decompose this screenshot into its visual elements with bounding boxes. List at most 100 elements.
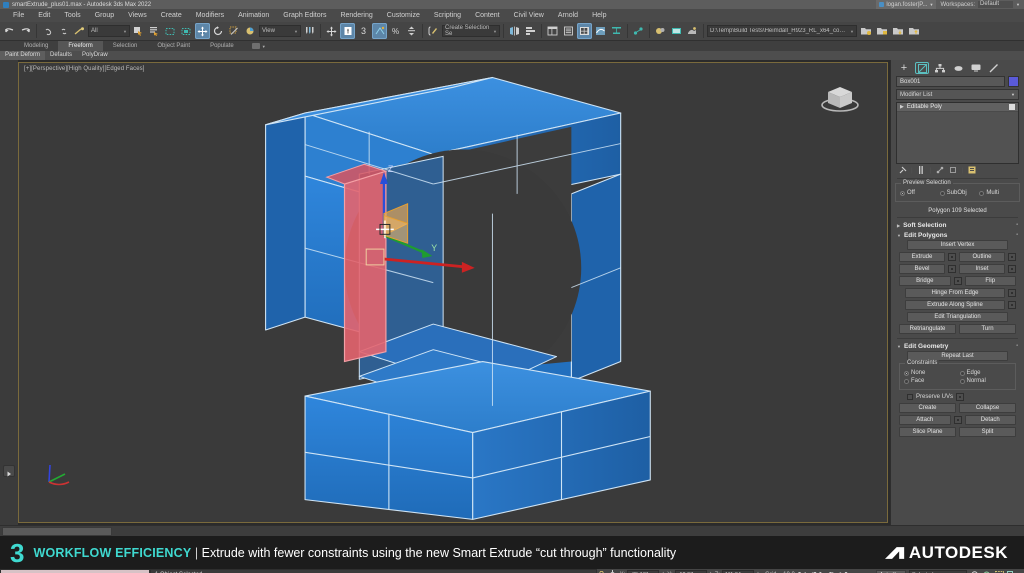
reference-coordinate-dropdown[interactable]: View ▼ bbox=[259, 25, 301, 37]
extrude-along-spline-settings-button[interactable] bbox=[1008, 301, 1016, 309]
bind-to-space-warp-icon[interactable] bbox=[72, 23, 87, 39]
extrude-settings-button[interactable] bbox=[948, 253, 956, 261]
utilities-tab-icon[interactable] bbox=[987, 62, 1001, 74]
save-file-icon[interactable] bbox=[874, 23, 889, 39]
maxscript-listener[interactable]: MAXScript Mi bbox=[0, 569, 150, 573]
retriangulate-button[interactable]: Retriangulate bbox=[899, 324, 956, 334]
scene-explorer-icon[interactable] bbox=[561, 23, 576, 39]
toggle-ribbon-icon[interactable] bbox=[577, 23, 592, 39]
layer-explorer-icon[interactable] bbox=[545, 23, 560, 39]
spinner-snap-toggle-icon[interactable]: % bbox=[388, 23, 403, 39]
spinner-increment-icon[interactable] bbox=[404, 23, 419, 39]
constraint-normal[interactable]: Normal bbox=[960, 378, 1012, 384]
create-button[interactable]: Create bbox=[899, 403, 956, 413]
ribbon-tab-freeform[interactable]: Freeform bbox=[58, 41, 102, 51]
ribbon-tab-modeling[interactable]: Modeling bbox=[14, 41, 58, 51]
modifier-stack-item-editable-poly[interactable]: ▶ Editable Poly bbox=[897, 103, 1018, 112]
bevel-settings-button[interactable] bbox=[948, 265, 956, 273]
rollout-header-edit-geometry[interactable]: ▼ Edit Geometry • bbox=[895, 341, 1020, 351]
menu-modifiers[interactable]: Modifiers bbox=[189, 9, 231, 22]
expand-arrow-icon[interactable]: ▶ bbox=[900, 104, 904, 110]
ribbon-tab-populate[interactable]: Populate bbox=[200, 41, 244, 51]
perspective-viewport[interactable]: [+][Perspective][High Quality][Edged Fac… bbox=[18, 62, 888, 523]
schematic-view-icon[interactable] bbox=[609, 23, 624, 39]
select-and-scale-icon[interactable] bbox=[227, 23, 242, 39]
ribbon-subtab-defaults[interactable]: Defaults bbox=[45, 51, 77, 60]
motion-tab-icon[interactable] bbox=[951, 62, 965, 74]
detach-button[interactable]: Detach bbox=[965, 415, 1017, 425]
remove-modifier-icon[interactable] bbox=[948, 166, 957, 175]
select-and-rotate-icon[interactable] bbox=[211, 23, 226, 39]
edit-triangulation-button[interactable]: Edit Triangulation bbox=[907, 312, 1008, 322]
object-name-field[interactable]: Box001 bbox=[896, 76, 1005, 87]
menu-scripting[interactable]: Scripting bbox=[427, 9, 468, 22]
open-file-icon[interactable] bbox=[858, 23, 873, 39]
configure-modifier-sets-icon[interactable] bbox=[967, 166, 976, 175]
preserve-uvs-checkbox[interactable] bbox=[907, 394, 913, 400]
menu-tools[interactable]: Tools bbox=[57, 9, 87, 22]
inset-settings-button[interactable] bbox=[1008, 265, 1016, 273]
import-icon[interactable] bbox=[890, 23, 905, 39]
menu-views[interactable]: Views bbox=[121, 9, 154, 22]
selection-filter-dropdown[interactable]: All ▼ bbox=[88, 25, 130, 37]
material-editor-icon[interactable] bbox=[653, 23, 668, 39]
pin-stack-icon[interactable] bbox=[898, 166, 907, 175]
ribbon-subtab-paint-deform[interactable]: Paint Deform bbox=[0, 51, 45, 60]
angle-snap-toggle-icon[interactable]: 3 bbox=[356, 23, 371, 39]
extrude-button[interactable]: Extrude bbox=[899, 252, 945, 262]
menu-rendering[interactable]: Rendering bbox=[333, 9, 379, 22]
rollout-menu-icon[interactable]: • bbox=[1016, 222, 1018, 228]
use-pivot-point-center-icon[interactable] bbox=[302, 23, 317, 39]
align-icon[interactable] bbox=[523, 23, 538, 39]
menu-edit[interactable]: Edit bbox=[31, 9, 57, 22]
ribbon-tab-object-paint[interactable]: Object Paint bbox=[147, 41, 200, 51]
attach-button[interactable]: Attach bbox=[899, 415, 951, 425]
constraint-edge[interactable]: Edge bbox=[960, 370, 1012, 376]
select-and-manipulate-icon[interactable] bbox=[324, 23, 339, 39]
select-object-icon[interactable] bbox=[131, 23, 146, 39]
menu-content[interactable]: Content bbox=[468, 9, 507, 22]
bridge-button[interactable]: Bridge bbox=[899, 276, 951, 286]
preview-selection-subobj[interactable]: SubObj bbox=[940, 190, 976, 196]
select-by-name-icon[interactable] bbox=[147, 23, 162, 39]
preview-selection-off[interactable]: Off bbox=[900, 190, 936, 196]
modify-tab-icon[interactable] bbox=[915, 62, 929, 74]
preserve-uvs-row[interactable]: Preserve UVs bbox=[907, 393, 1016, 401]
extrude-along-spline-button[interactable]: Extrude Along Spline bbox=[905, 300, 1005, 310]
collapse-button[interactable]: Collapse bbox=[959, 403, 1016, 413]
attach-settings-button[interactable] bbox=[954, 416, 962, 424]
menu-create[interactable]: Create bbox=[154, 9, 189, 22]
curve-editor-icon[interactable] bbox=[593, 23, 608, 39]
modifier-stack[interactable]: ▶ Editable Poly bbox=[896, 102, 1019, 164]
outline-button[interactable]: Outline bbox=[959, 252, 1005, 262]
stack-item-toggle-icon[interactable] bbox=[1009, 104, 1015, 110]
ribbon-tab-selection[interactable]: Selection bbox=[103, 41, 148, 51]
ribbon-subtab-polydraw[interactable]: PolyDraw bbox=[77, 51, 113, 60]
menu-animation[interactable]: Animation bbox=[231, 9, 276, 22]
unlink-selection-icon[interactable] bbox=[56, 23, 71, 39]
split-button[interactable]: Split bbox=[959, 427, 1016, 437]
constraint-face[interactable]: Face bbox=[904, 378, 956, 384]
hinge-from-edge-settings-button[interactable] bbox=[1008, 289, 1016, 297]
named-selection-sets-icon[interactable] bbox=[426, 23, 441, 39]
outline-settings-button[interactable] bbox=[1008, 253, 1016, 261]
turn-button[interactable]: Turn bbox=[959, 324, 1016, 334]
slice-plane-button[interactable]: Slice Plane bbox=[899, 427, 956, 437]
viewport-layout-tab-button[interactable] bbox=[3, 465, 15, 477]
account-menu[interactable]: logan.foster|P... ▼ bbox=[876, 0, 936, 9]
rollout-header-soft-selection[interactable]: ▶ Soft Selection • bbox=[895, 220, 1020, 230]
maxscript-output-line[interactable] bbox=[0, 569, 150, 573]
render-setup-icon[interactable] bbox=[669, 23, 684, 39]
object-color-swatch[interactable] bbox=[1008, 76, 1019, 87]
menu-file[interactable]: File bbox=[6, 9, 31, 22]
workspaces-dropdown[interactable]: Default bbox=[978, 1, 1013, 8]
hinge-from-edge-button[interactable]: Hinge From Edge bbox=[905, 288, 1005, 298]
viewcube[interactable] bbox=[815, 75, 865, 123]
preview-selection-multi[interactable]: Multi bbox=[979, 190, 1015, 196]
time-slider[interactable] bbox=[2, 527, 112, 536]
bevel-button[interactable]: Bevel bbox=[899, 264, 945, 274]
snaps-toggle-icon[interactable] bbox=[340, 23, 355, 39]
rectangular-selection-region-icon[interactable] bbox=[163, 23, 178, 39]
placement-tool-icon[interactable] bbox=[243, 23, 258, 39]
ribbon-minimize-icon[interactable]: ▼ bbox=[252, 43, 266, 49]
